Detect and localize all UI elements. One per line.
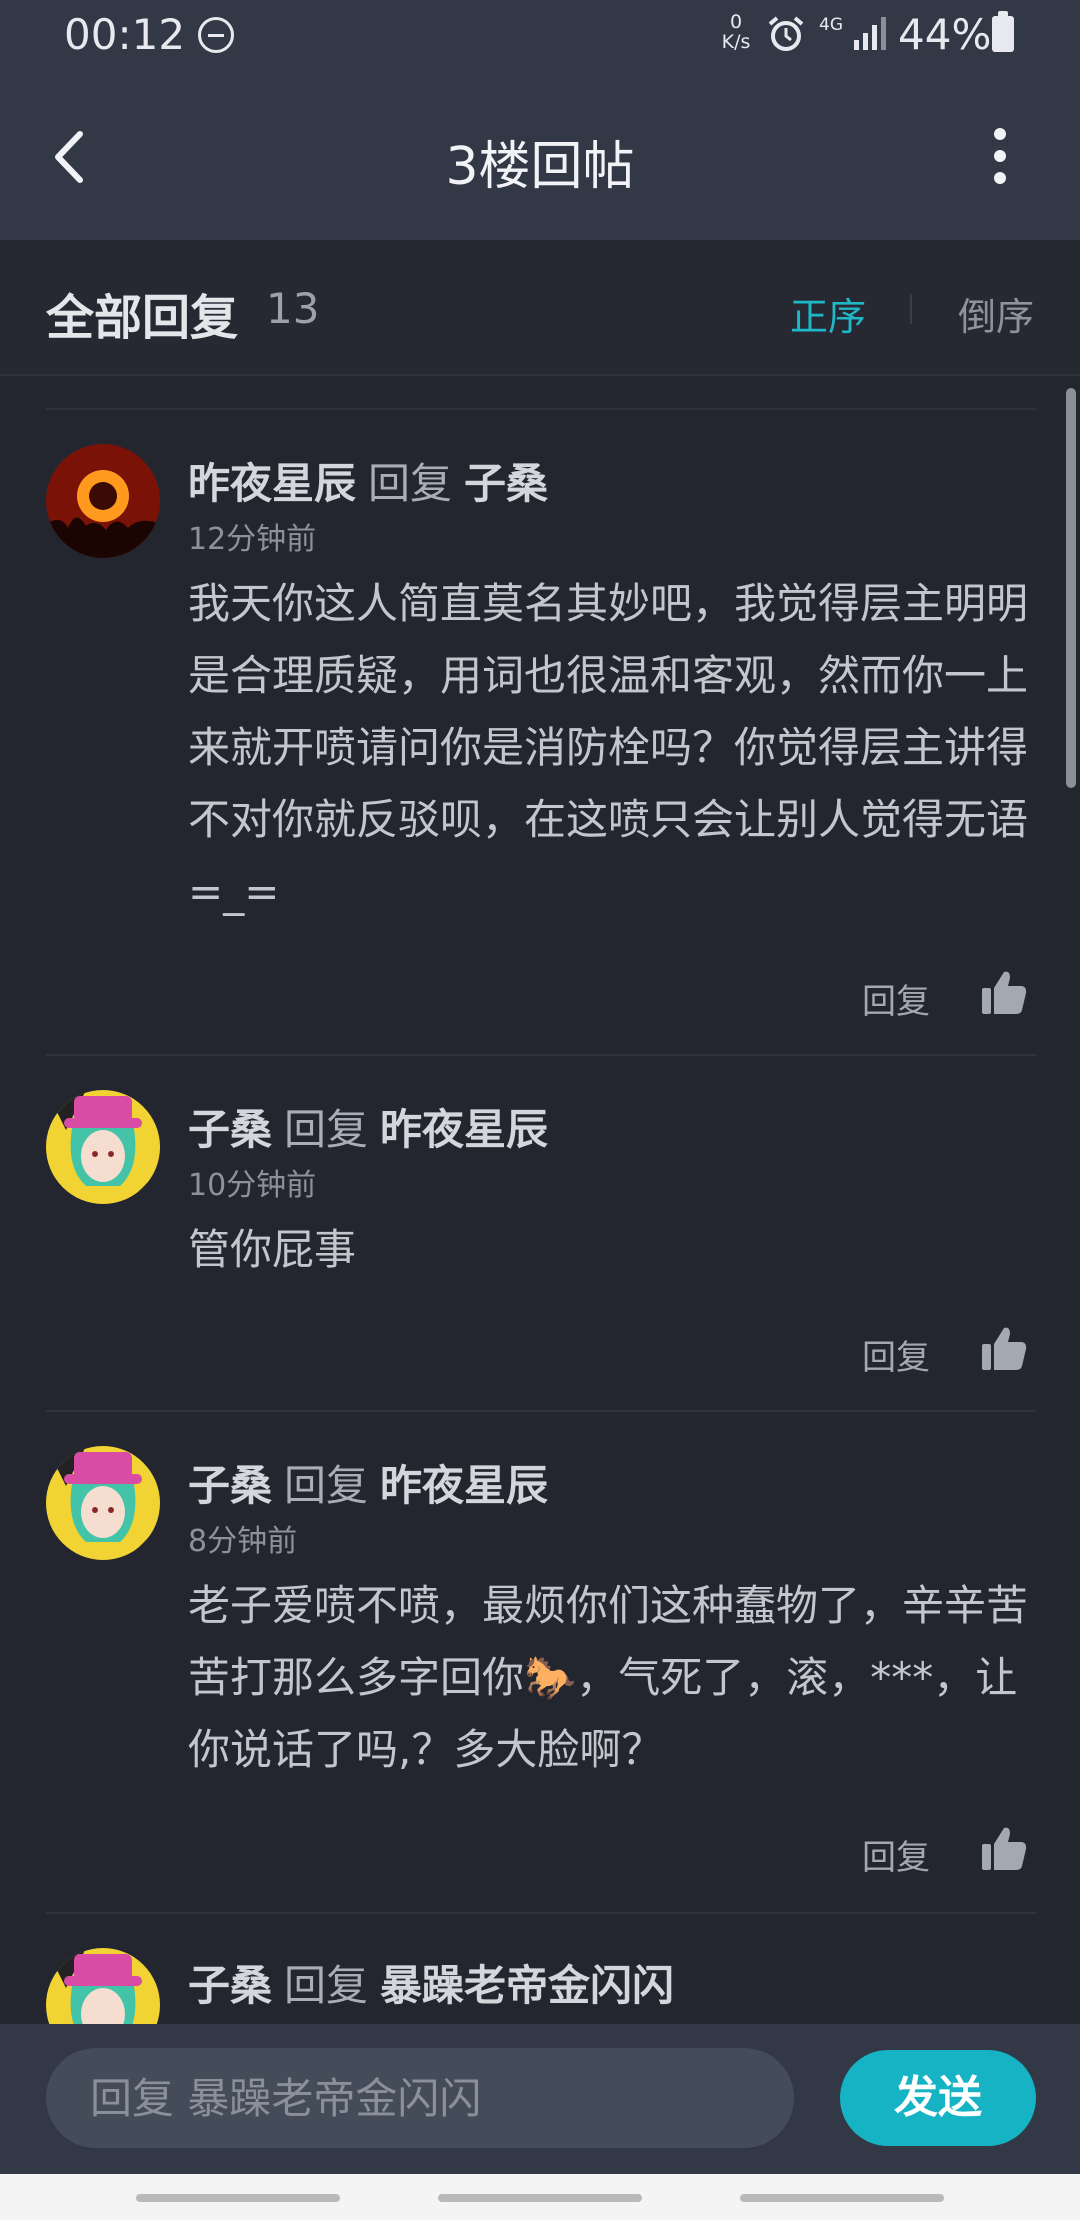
avatar[interactable] bbox=[46, 1446, 160, 1560]
reply-target[interactable]: 昨夜星辰 bbox=[380, 1105, 548, 1154]
more-options-icon[interactable] bbox=[980, 124, 1020, 188]
avatar[interactable] bbox=[46, 1948, 160, 2024]
divider bbox=[46, 1912, 1036, 1914]
comment-author[interactable]: 子桑 bbox=[188, 1105, 272, 1154]
reply-word: 回复 bbox=[284, 1961, 369, 2010]
reply-input[interactable] bbox=[46, 2048, 794, 2148]
comment-time: 8分钟前 bbox=[188, 1524, 298, 1559]
nav-recent-button[interactable] bbox=[136, 2194, 340, 2202]
reply-word: 回复 bbox=[284, 1461, 369, 1510]
reply-button[interactable]: 回复 bbox=[862, 974, 930, 1023]
network-type: 4G bbox=[819, 15, 843, 35]
reply-word: 回复 bbox=[368, 459, 453, 508]
comment-list[interactable]: 昨夜星辰 回复 子桑 12分钟前 我天你这人简直莫名其妙吧，我觉得层主明明是合理质疑… bbox=[0, 378, 1080, 2024]
signal-icon bbox=[854, 17, 886, 50]
reply-composer: 发送 bbox=[0, 2024, 1080, 2174]
do-not-disturb-icon bbox=[198, 17, 234, 53]
replies-title: 全部回复 bbox=[46, 290, 239, 346]
send-button[interactable]: 发送 bbox=[840, 2050, 1036, 2146]
battery-percent: 44% bbox=[898, 10, 992, 59]
battery-icon bbox=[992, 11, 1014, 52]
comment-author[interactable]: 子桑 bbox=[188, 1461, 272, 1510]
scrollbar-thumb[interactable] bbox=[1066, 388, 1076, 788]
network-speed-unit: K/s bbox=[721, 31, 751, 53]
replies-count: 13 bbox=[266, 284, 320, 333]
divider bbox=[46, 408, 1036, 410]
replies-header: 全部回复 13 正序 倒序 bbox=[0, 240, 1080, 376]
status-bar: 00:12 0 K/s 4G 44% bbox=[0, 0, 1080, 72]
sort-divider bbox=[910, 294, 912, 324]
network-speed: 0 K/s bbox=[714, 12, 758, 52]
reply-target[interactable]: 子桑 bbox=[464, 459, 548, 508]
comment-body: 管你屁事 bbox=[188, 1225, 357, 1274]
page-title: 3楼回帖 bbox=[445, 137, 635, 197]
comment-author[interactable]: 昨夜星辰 bbox=[188, 459, 356, 508]
title-bar: 3楼回帖 bbox=[0, 72, 1080, 240]
system-nav-bar bbox=[0, 2174, 1080, 2220]
thumbs-up-icon[interactable] bbox=[980, 1824, 1028, 1872]
comment-body: 我天你这人简直莫名其妙吧，我觉得层主明明是合理质疑，用词也很温和客观，然而你一上… bbox=[188, 579, 1029, 916]
reply-button[interactable]: 回复 bbox=[862, 1330, 930, 1379]
comment-author-line: 子桑 回复 昨夜星辰 bbox=[188, 1096, 548, 1157]
comment-time: 12分钟前 bbox=[188, 522, 317, 557]
nav-home-button[interactable] bbox=[438, 2194, 642, 2202]
divider bbox=[46, 1410, 1036, 1412]
divider bbox=[46, 1054, 1036, 1056]
reply-word: 回复 bbox=[284, 1105, 369, 1154]
nav-back-button[interactable] bbox=[740, 2194, 944, 2202]
reply-target[interactable]: 昨夜星辰 bbox=[380, 1461, 548, 1510]
thumbs-up-icon[interactable] bbox=[980, 1324, 1028, 1372]
comment-body: 老子爱喷不喷，最烦你们这种蠢物了，辛辛苦苦打那么多字回你🐎，气死了，滚，***，… bbox=[188, 1581, 1029, 1774]
comment-time: 10分钟前 bbox=[188, 1168, 317, 1203]
thumbs-up-icon[interactable] bbox=[980, 968, 1028, 1016]
sort-ascending-button[interactable]: 正序 bbox=[790, 286, 866, 341]
reply-target[interactable]: 暴躁老帝金闪闪 bbox=[380, 1961, 674, 2010]
comment-author-line: 子桑 回复 暴躁老帝金闪闪 bbox=[188, 1952, 674, 2013]
comment-author-line: 昨夜星辰 回复 子桑 bbox=[188, 450, 548, 511]
reply-button[interactable]: 回复 bbox=[862, 1830, 930, 1879]
status-time: 00:12 bbox=[64, 10, 186, 59]
comment-author[interactable]: 子桑 bbox=[188, 1961, 272, 2010]
avatar[interactable] bbox=[46, 444, 160, 558]
network-speed-value: 0 bbox=[729, 11, 743, 33]
sort-descending-button[interactable]: 倒序 bbox=[958, 286, 1034, 341]
comment-author-line: 子桑 回复 昨夜星辰 bbox=[188, 1452, 548, 1513]
avatar[interactable] bbox=[46, 1090, 160, 1204]
alarm-icon bbox=[768, 16, 804, 51]
